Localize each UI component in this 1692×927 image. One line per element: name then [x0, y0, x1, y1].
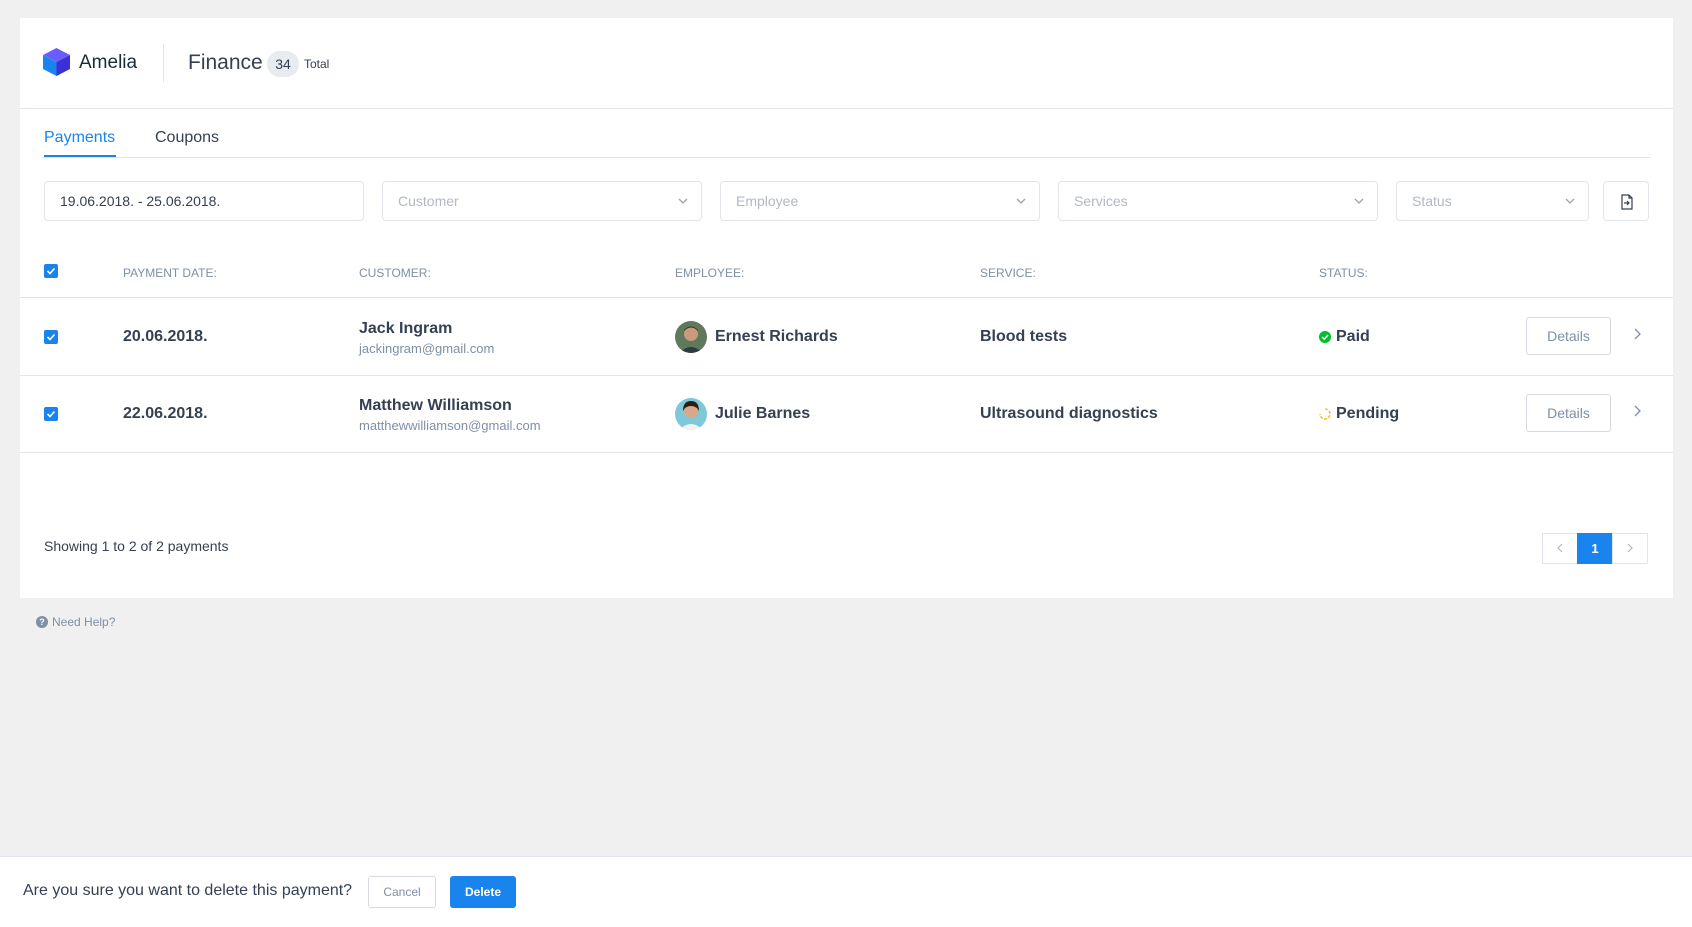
- tab-coupons[interactable]: Coupons: [155, 129, 219, 147]
- date-range-picker[interactable]: 19.06.2018. - 25.06.2018.: [44, 181, 364, 221]
- date-range-value: 19.06.2018. - 25.06.2018.: [60, 193, 221, 209]
- row-divider: [20, 375, 1673, 376]
- chevron-down-icon: [1354, 198, 1364, 204]
- payment-date: 20.06.2018.: [123, 328, 208, 345]
- customer-name: Jack Ingram: [359, 320, 453, 337]
- checkmark-icon: [46, 410, 56, 418]
- chevron-down-icon: [1016, 198, 1026, 204]
- employee-placeholder: Employee: [736, 193, 799, 209]
- delete-confirmation-question: Are you sure you want to delete this pay…: [23, 882, 353, 899]
- status-text: Paid: [1336, 328, 1370, 345]
- payment-date: 22.06.2018.: [123, 405, 208, 422]
- customer-email: jackingram@gmail.com: [359, 341, 495, 356]
- brand-name: Amelia: [79, 52, 138, 73]
- paid-check-icon: [1319, 331, 1331, 343]
- header-payment-date: PAYMENT DATE:: [123, 266, 217, 280]
- export-file-icon: [1621, 194, 1633, 210]
- delete-confirmation-bar: Are you sure you want to delete this pay…: [0, 856, 1692, 927]
- header-service: SERVICE:: [980, 266, 1036, 280]
- total-label: Total: [304, 57, 330, 71]
- chevron-down-icon: [1565, 198, 1575, 204]
- row-divider: [20, 452, 1673, 453]
- page-button-1[interactable]: 1: [1577, 533, 1613, 564]
- status-text: Pending: [1336, 405, 1400, 422]
- details-button[interactable]: Details: [1526, 317, 1611, 355]
- select-all-checkbox[interactable]: [44, 264, 58, 278]
- question-icon: ?: [36, 616, 48, 628]
- chevron-right-icon: [1627, 543, 1633, 553]
- customer-name: Matthew Williamson: [359, 397, 512, 414]
- services-placeholder: Services: [1074, 193, 1128, 209]
- prev-page-button[interactable]: [1542, 533, 1578, 564]
- total-count-badge: 34: [267, 51, 299, 77]
- row-checkbox[interactable]: [44, 330, 58, 344]
- chevron-left-icon: [1557, 543, 1563, 553]
- row-divider: [20, 297, 1673, 298]
- pending-spinner-icon: [1319, 408, 1331, 420]
- services-select[interactable]: Services: [1058, 181, 1378, 221]
- employee-select[interactable]: Employee: [720, 181, 1040, 221]
- export-button[interactable]: [1603, 181, 1649, 221]
- status-placeholder: Status: [1412, 193, 1452, 209]
- employee-name: Julie Barnes: [715, 405, 811, 422]
- amelia-logo-icon: [43, 48, 70, 76]
- details-button[interactable]: Details: [1526, 394, 1611, 432]
- employee-avatar: [675, 398, 707, 430]
- status-select[interactable]: Status: [1396, 181, 1589, 221]
- page-header: Amelia Finance 34 Total: [20, 18, 1673, 109]
- chevron-right-icon[interactable]: [1632, 328, 1642, 340]
- pagination-summary: Showing 1 to 2 of 2 payments: [44, 538, 229, 554]
- cancel-button[interactable]: Cancel: [368, 876, 436, 908]
- row-checkbox[interactable]: [44, 407, 58, 421]
- checkmark-icon: [46, 333, 56, 341]
- chevron-down-icon: [678, 198, 688, 204]
- customer-select[interactable]: Customer: [382, 181, 702, 221]
- employee-avatar: [675, 321, 707, 353]
- tab-payments[interactable]: Payments: [44, 129, 115, 147]
- service-name: Blood tests: [980, 328, 1068, 345]
- finance-card: Amelia Finance 34 Total Payments Coupons…: [20, 18, 1673, 598]
- tabs-divider: [43, 157, 1651, 158]
- checkmark-icon: [46, 267, 56, 275]
- header-customer: CUSTOMER:: [359, 266, 431, 280]
- service-name: Ultrasound diagnostics: [980, 405, 1158, 422]
- employee-name: Ernest Richards: [715, 328, 838, 345]
- header-employee: EMPLOYEE:: [675, 266, 745, 280]
- delete-button[interactable]: Delete: [450, 876, 516, 908]
- header-status: STATUS:: [1319, 266, 1368, 280]
- header-divider: [163, 44, 164, 82]
- need-help-label: Need Help?: [52, 615, 116, 629]
- page-title: Finance: [188, 51, 263, 74]
- chevron-right-icon[interactable]: [1632, 405, 1642, 417]
- customer-placeholder: Customer: [398, 193, 459, 209]
- next-page-button[interactable]: [1612, 533, 1648, 564]
- active-tab-indicator: [44, 155, 116, 157]
- customer-email: matthewwilliamson@gmail.com: [359, 418, 541, 433]
